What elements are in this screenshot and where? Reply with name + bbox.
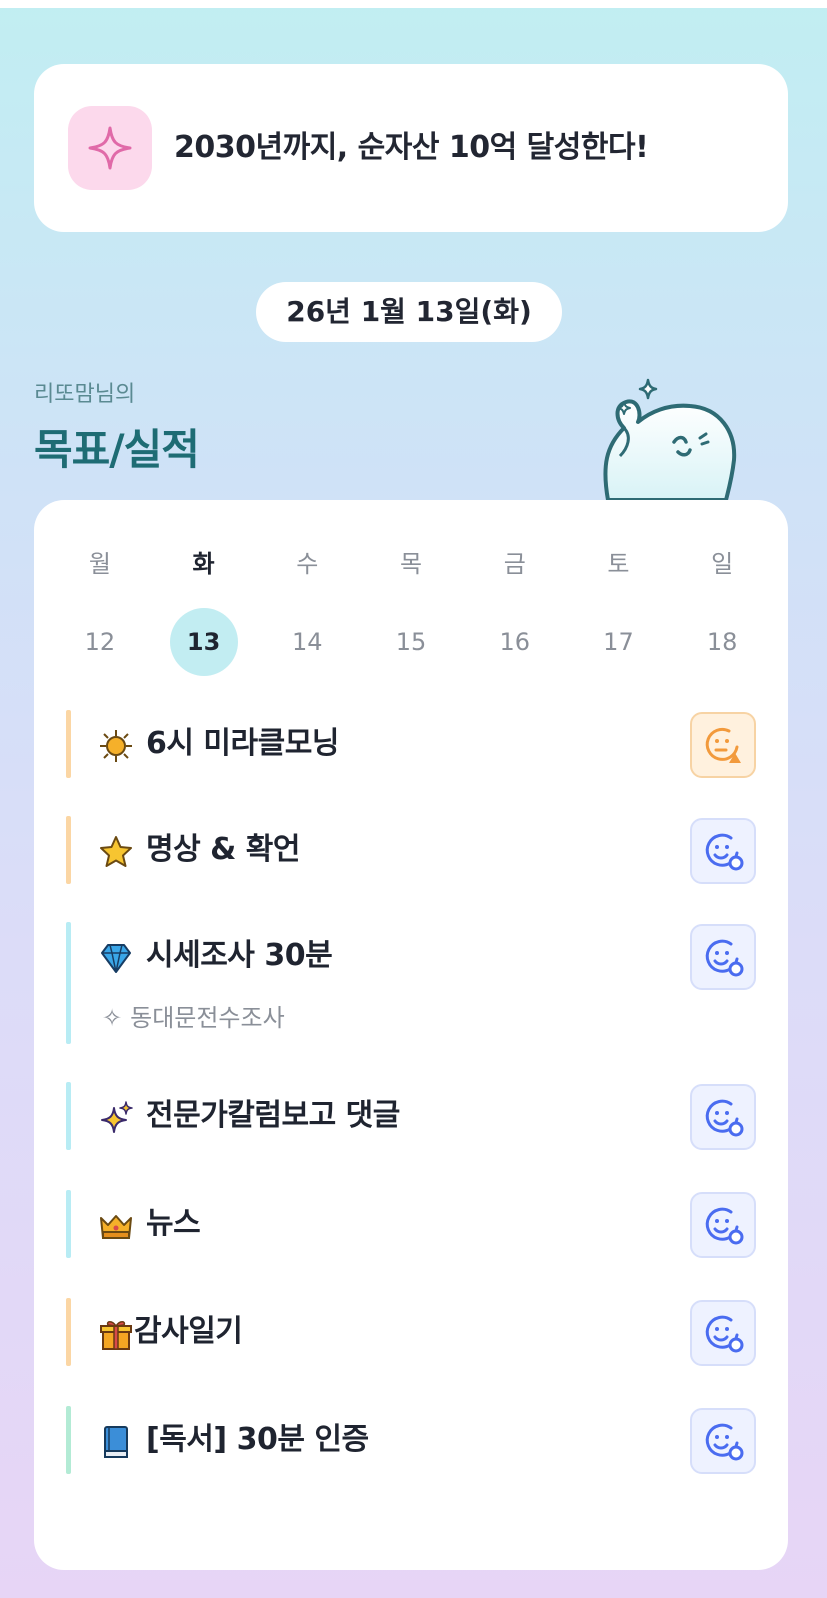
sparkle-small-icon: ✧ (102, 1004, 123, 1032)
weekday-label: 금 (503, 550, 526, 578)
date-number: 17 (603, 628, 634, 656)
task-item[interactable]: 전문가칼럼보고 댓글 (66, 1082, 756, 1150)
task-item[interactable]: 시세조사 30분 ✧ 동대문전수조사 (66, 922, 756, 1044)
date-cell[interactable]: 14 (255, 608, 359, 676)
task-label: 전문가칼럼보고 댓글 (146, 1098, 400, 1133)
task-sub: ✧ 동대문전수조사 (102, 1000, 285, 1036)
task-label: 6시 미라클모닝 (146, 726, 339, 761)
date-number: 12 (84, 628, 116, 656)
face-check-icon (705, 833, 744, 871)
status-done-button[interactable] (690, 1300, 756, 1366)
crown-icon (100, 1215, 132, 1239)
date-number: 16 (499, 628, 530, 656)
task-color-bar (66, 1406, 71, 1474)
date-number: 18 (706, 628, 738, 656)
status-done-button[interactable] (690, 1192, 756, 1258)
status-done-button[interactable] (690, 1408, 756, 1474)
sparkle-icon (68, 106, 152, 190)
face-warning-icon (705, 727, 741, 763)
date-number: 15 (395, 628, 427, 656)
week-dates: 12 13 14 15 16 17 18 (48, 608, 774, 676)
task-color-bar (66, 1082, 71, 1150)
status-done-button[interactable] (690, 1084, 756, 1150)
goal-text: 2030년까지, 순자산 10억 달성한다! (174, 130, 649, 165)
weekday-label: 수 (296, 550, 319, 578)
mascot-icon (603, 378, 737, 502)
top-strip (0, 0, 827, 8)
weekday-label: 화 (192, 550, 215, 578)
weekday-header: 월 화 수 목 금 토 일 (48, 540, 774, 588)
weekday-label: 토 (607, 550, 630, 578)
task-item[interactable]: 감사일기 (66, 1298, 756, 1366)
status-done-button[interactable] (690, 818, 756, 884)
task-item[interactable]: 명상 & 확언 (66, 816, 756, 884)
date-number: 14 (292, 628, 323, 656)
sun-icon (100, 730, 132, 762)
date-cell[interactable]: 16 (463, 608, 567, 676)
date-cell-selected[interactable]: 13 (152, 608, 256, 676)
face-check-icon (705, 939, 744, 977)
goals-card: 월 화 수 목 금 토 일 12 13 14 15 16 17 18 6시 미라… (34, 500, 788, 1570)
task-color-bar (66, 922, 71, 1044)
goal-card[interactable]: 2030년까지, 순자산 10억 달성한다! (34, 64, 788, 232)
face-check-icon (705, 1315, 744, 1353)
task-color-bar (66, 710, 71, 778)
task-item[interactable]: [독서] 30분 인증 (66, 1406, 756, 1474)
date-cell[interactable]: 18 (670, 608, 774, 676)
book-icon (104, 1426, 128, 1458)
sparkles-icon (101, 1101, 133, 1133)
owner-label: 리또맘님의 (34, 382, 136, 407)
task-label: 감사일기 (134, 1314, 243, 1349)
task-item[interactable]: 6시 미라클모닝 (66, 710, 756, 778)
task-color-bar (66, 1190, 71, 1258)
task-label: 명상 & 확언 (146, 832, 300, 867)
task-color-bar (66, 816, 71, 884)
task-label: 시세조사 30분 (146, 938, 333, 973)
section-title: 목표/실적 (34, 425, 200, 474)
task-label: [독서] 30분 인증 (146, 1422, 369, 1457)
weekday-label: 월 (88, 550, 111, 578)
task-label: 뉴스 (146, 1206, 201, 1241)
status-warning-button[interactable] (690, 712, 756, 778)
face-check-icon (705, 1423, 744, 1461)
date-cell[interactable]: 12 (48, 608, 152, 676)
status-done-button[interactable] (690, 924, 756, 990)
gift-icon (100, 1321, 132, 1350)
task-item[interactable]: 뉴스 (66, 1190, 756, 1258)
task-color-bar (66, 1298, 71, 1366)
face-check-icon (705, 1207, 744, 1245)
face-check-icon (705, 1099, 744, 1137)
date-number: 13 (169, 608, 238, 676)
task-sub-label: 동대문전수조사 (130, 1004, 285, 1032)
date-cell[interactable]: 15 (359, 608, 463, 676)
weekday-label: 목 (399, 550, 423, 578)
gem-icon (101, 944, 131, 973)
current-date[interactable]: 26년 1월 13일(화) (256, 282, 562, 342)
weekday-label: 일 (711, 550, 734, 578)
date-cell[interactable]: 17 (567, 608, 671, 676)
star-icon (100, 836, 132, 867)
